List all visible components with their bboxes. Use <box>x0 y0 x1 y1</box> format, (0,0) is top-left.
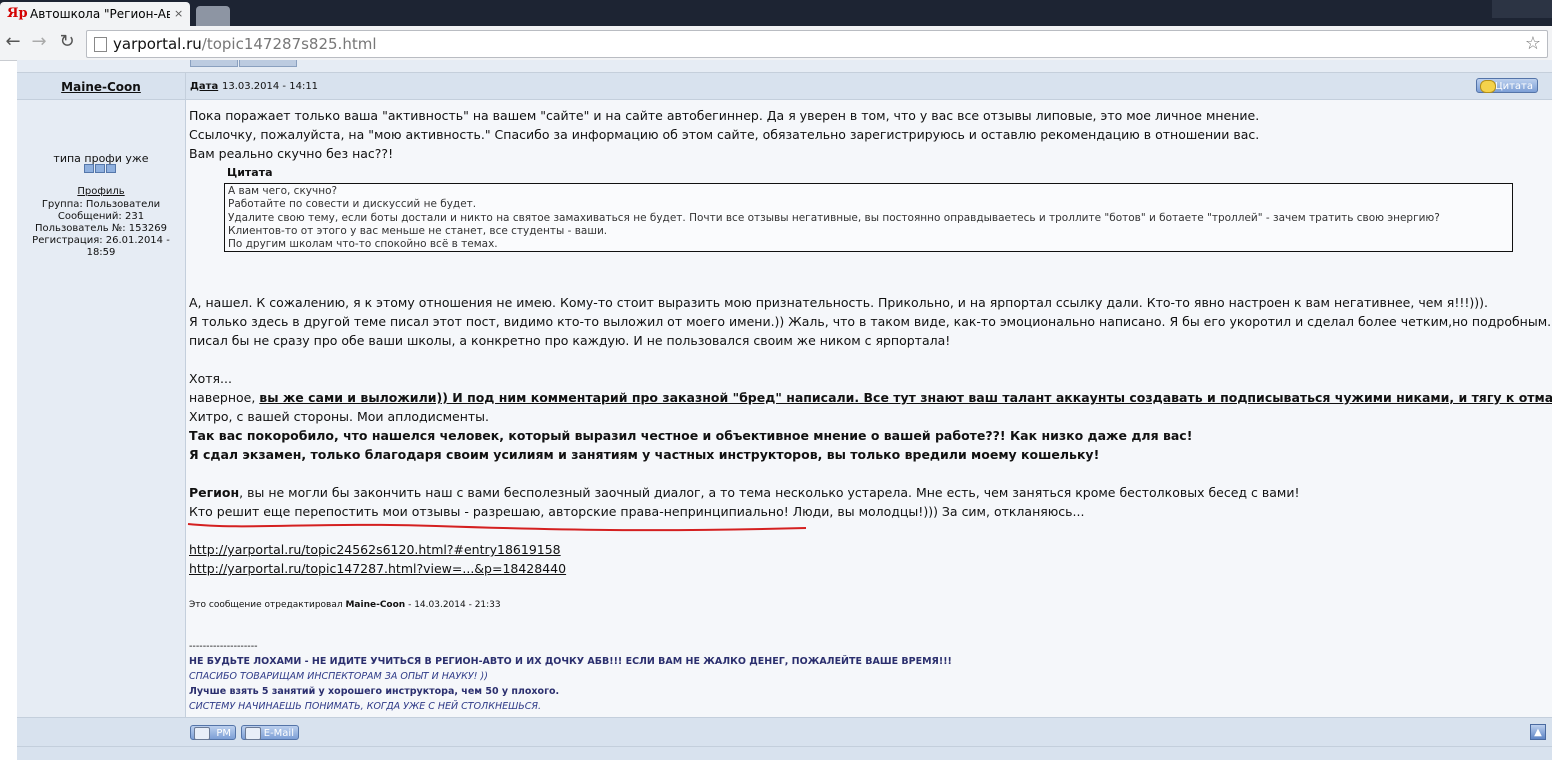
region-rest: , вы не могли бы закончить наш с вами бе… <box>239 485 1300 500</box>
forward-arrow-icon[interactable]: → <box>28 31 50 53</box>
edited-prefix: Это сообщение отредактировал <box>189 600 346 610</box>
post-footer: PM E-Mail ▲ <box>17 717 1552 746</box>
prev-email-button[interactable] <box>239 60 297 67</box>
pm-button-label: PM <box>216 728 231 739</box>
url-host: yarportal.ru <box>113 35 202 53</box>
region-bold: Регион <box>189 485 240 500</box>
quote-button[interactable]: Цитата <box>1476 78 1538 93</box>
signature-divider: -------------------- <box>189 641 258 652</box>
post-date: 13.03.2014 - 14:11 <box>222 81 319 92</box>
hitro-line: Хитро, с вашей стороны. Мои аплодисменты… <box>189 409 490 424</box>
previous-post-footer <box>17 60 1552 73</box>
back-arrow-icon[interactable]: ← <box>2 31 24 53</box>
email-button-label: E-Mail <box>263 728 294 739</box>
user-number: Пользователь №: 153269 <box>35 223 167 234</box>
author-sidebar: типа профи уже Профиль Группа: Пользоват… <box>17 100 186 717</box>
post-link[interactable]: http://yarportal.ru/topic147287.html?vie… <box>189 561 566 576</box>
date-label[interactable]: Дата <box>190 73 218 101</box>
scroll-top-icon[interactable]: ▲ <box>1530 724 1546 740</box>
tab-active[interactable]: Яр Автошкола "Регион-Авто × <box>0 2 190 26</box>
url-path: /topic147287s825.html <box>201 35 377 53</box>
quote-line: А вам чего, скучно? <box>228 185 338 197</box>
quote-line: Клиентов-то от этого у вас меньше не ста… <box>228 224 608 237</box>
quote-line: По другим школам что-то спокойно всё в т… <box>228 238 498 251</box>
user-message-count: Сообщений: 231 <box>57 211 145 222</box>
header-divider <box>185 73 186 99</box>
page-icon <box>94 37 107 52</box>
post-header: Maine-Coon Дата 13.03.2014 - 14:11 Цитат… <box>17 73 1552 100</box>
envelope-icon <box>245 727 261 740</box>
tab-title: Автошкола "Регион-Авто <box>30 7 170 21</box>
naverno-plain: наверное, <box>189 390 260 405</box>
edited-note: Это сообщение отредактировал Maine-Coon … <box>189 600 501 610</box>
quote-box: А вам чего, скучно? Работайте по совести… <box>224 183 1513 252</box>
hotya-line: Хотя... <box>189 371 232 386</box>
bookmark-star-icon[interactable]: ☆ <box>1525 31 1541 57</box>
profile-link[interactable]: Профиль <box>17 186 185 197</box>
new-tab-button[interactable] <box>196 6 230 26</box>
tab-strip: Яр Автошкола "Регион-Авто × <box>0 0 1552 26</box>
post-link[interactable]: http://yarportal.ru/topic24562s6120.html… <box>189 542 561 557</box>
quote-line: Работайте по совести и дискуссий не буде… <box>228 198 477 211</box>
rank-pip <box>95 164 105 173</box>
edited-suffix: - 14.03.2014 - 21:33 <box>405 600 501 610</box>
intro-line: Ссылочку, пожалуйста, на "мою активность… <box>189 127 1260 142</box>
body-line: А, нашел. К сожалению, я к этому отношен… <box>189 295 1488 310</box>
signature-line: СИСТЕМУ НАЧИНАЕШЬ ПОНИМАТЬ, КОГДА УЖЕ С … <box>189 701 542 712</box>
prev-pm-button[interactable] <box>190 60 238 67</box>
quote-title: Цитата <box>227 166 273 179</box>
quote-line: Удалите свою тему, если боты достали и н… <box>228 211 1440 224</box>
bold-line: Так вас покоробило, что нашелся человек,… <box>189 428 1193 443</box>
user-registration-time: 18:59 <box>86 247 116 258</box>
user-registration: Регистрация: 26.01.2014 - <box>32 235 170 246</box>
bold-line: Я сдал экзамен, только благодаря своим у… <box>189 447 1100 462</box>
pm-button[interactable]: PM <box>190 725 236 740</box>
edited-author: Maine-Coon <box>345 600 406 610</box>
intro-line: Пока поражает только ваша "активность" н… <box>189 108 1260 123</box>
body-line: Я только здесь в другой теме писал этот … <box>189 314 1552 329</box>
window-controls[interactable] <box>1492 0 1552 18</box>
intro-line: Вам реально скучно без нас??! <box>189 146 394 161</box>
message-icon <box>194 727 210 740</box>
author-name[interactable]: Maine-Coon <box>17 73 185 99</box>
rank-pip <box>84 164 94 173</box>
reload-icon[interactable]: ↻ <box>56 31 78 53</box>
forum-post-area: Maine-Coon Дата 13.03.2014 - 14:11 Цитат… <box>17 60 1552 760</box>
tab-close-icon[interactable]: × <box>174 2 183 26</box>
address-bar[interactable]: yarportal.ru/topic147287s825.html ☆ <box>86 30 1548 58</box>
browser-toolbar: ← → ↻ yarportal.ru/topic147287s825.html … <box>0 26 1552 61</box>
quote-button-label: Цитата <box>1494 81 1533 92</box>
email-button[interactable]: E-Mail <box>241 725 299 740</box>
rank-pips <box>84 164 117 176</box>
signature-line: НЕ БУДЬТЕ ЛОХАМИ - НЕ ИДИТЕ УЧИТЬСЯ В РЕ… <box>189 656 952 667</box>
red-underline-annotation <box>187 523 807 532</box>
naverno-bold: вы же сами и выложили)) И под ним коммен… <box>259 390 1552 405</box>
next-post-header <box>17 746 1552 760</box>
post-content: Пока поражает только ваша "активность" н… <box>186 100 1552 717</box>
signature-line: Лучше взять 5 занятий у хорошего инструк… <box>189 686 560 697</box>
body-line: писал бы не сразу про обе ваши школы, а … <box>189 333 951 348</box>
signature-line: СПАСИБО ТОВАРИЩАМ ИНСПЕКТОРАМ ЗА ОПЫТ И … <box>189 671 488 682</box>
speech-bubble-icon <box>1480 80 1496 93</box>
user-group: Группа: Пользователи <box>41 199 161 210</box>
yandex-logo-icon: Яр <box>7 6 28 21</box>
region-line: Регион, вы не могли бы закончить наш с в… <box>189 485 1299 500</box>
naverno-line: наверное, вы же сами и выложили)) И под … <box>189 390 1552 405</box>
rank-pip <box>106 164 116 173</box>
